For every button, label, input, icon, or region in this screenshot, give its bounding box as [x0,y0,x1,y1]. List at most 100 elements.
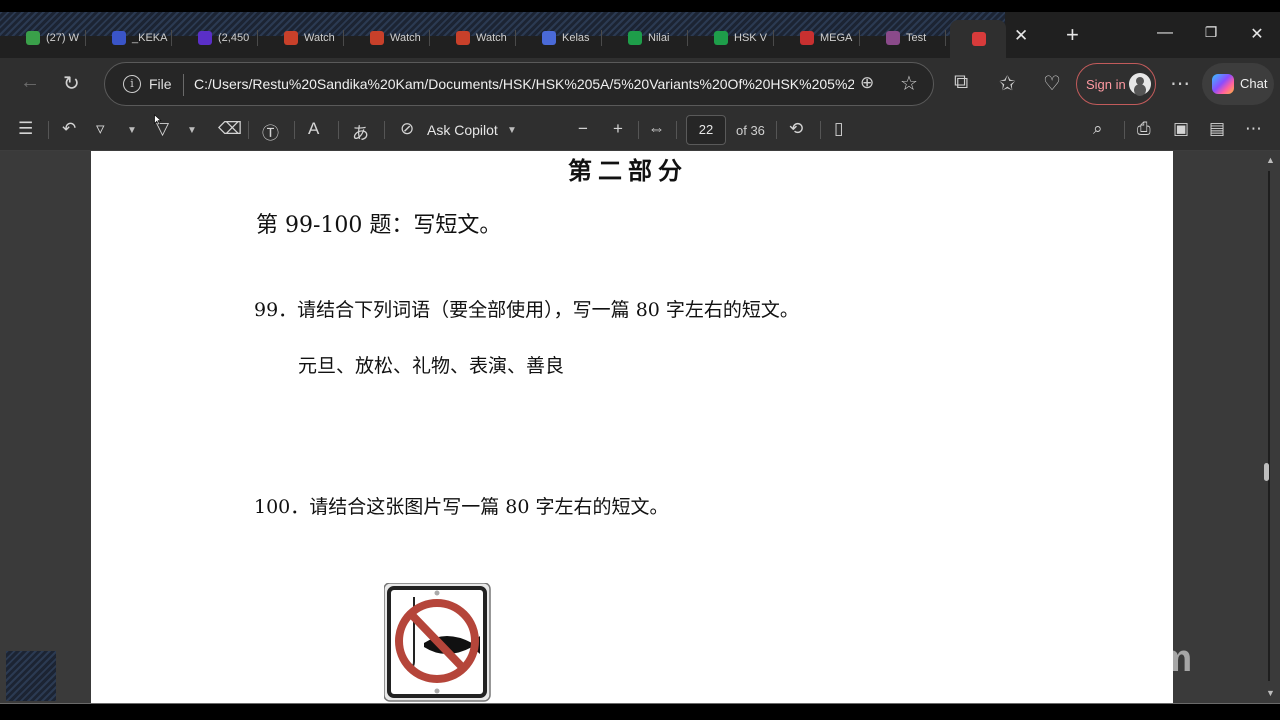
tab-separator [859,30,860,46]
tab-separator [773,30,774,46]
tab-label: _KEKA [132,32,168,44]
tab-label: MEGA [820,32,853,44]
sign-in-button[interactable]: Sign in [1076,63,1156,105]
browser-tab[interactable]: HSK V [692,24,774,52]
favorite-star-icon[interactable]: ☆ [900,71,918,96]
info-icon[interactable]: i [123,75,141,93]
search-icon[interactable]: ⌕ [1093,119,1103,139]
rotate-icon[interactable]: ⟲ [789,119,803,139]
page-number-input[interactable]: 22 [686,115,726,145]
browser-tab[interactable]: Watch [434,24,516,52]
browser-tab[interactable]: MEGA [778,24,860,52]
chat-label: Chat [1240,76,1268,91]
top-black-band [0,0,1280,12]
scheme-label: File [149,76,172,92]
mouse-cursor-icon [154,114,162,126]
tab-label: Kelas [562,32,590,44]
ask-copilot-button[interactable]: Ask Copilot [427,122,498,138]
copilot-icon[interactable]: ⊘ [400,119,414,139]
refresh-icon[interactable]: ↻ [63,71,80,96]
favorites-icon[interactable]: ✩ [999,71,1016,96]
tab-label: Watch [304,32,335,44]
divider [638,121,639,139]
tab-label: Test [906,32,927,44]
browser-tab[interactable]: Test [864,24,946,52]
highlight-icon[interactable]: ▿ [96,119,105,139]
tab-favicon-icon [26,31,40,45]
chevron-down-icon[interactable]: ▼ [187,125,197,136]
browser-essentials-icon[interactable]: ♡ [1043,71,1061,96]
question-100: 100．请结合这张图片写一篇 80 字左右的短文。 [254,496,669,518]
browser-tab[interactable]: Kelas [520,24,602,52]
browser-tab[interactable]: Watch [262,24,344,52]
address-bar-row: ← ↻ i File C:/Users/Restu%20Sandika%20Ka… [0,58,1280,110]
tab-favicon-icon [886,31,900,45]
tab-label: Watch [476,32,507,44]
copilot-chat-button[interactable]: Chat [1202,63,1274,105]
pdf-page: 第二部分 第 99-100 题：写短文。 99．请结合下列词语（要全部使用），写… [91,151,1173,704]
translate-icon[interactable]: あ [352,119,369,144]
tab-separator [945,30,946,46]
zoom-in-icon[interactable]: + [613,119,623,139]
undo-icon[interactable]: ↶ [62,119,76,139]
scroll-down-icon[interactable]: ▼ [1266,688,1275,698]
print-icon[interactable]: ⎙ [1137,119,1151,139]
browser-tab[interactable] [950,20,1006,58]
restore-button[interactable]: ❐ [1188,24,1234,41]
tab-favicon-icon [456,31,470,45]
browser-tab[interactable]: Watch [348,24,430,52]
page-total: of 36 [736,123,765,138]
divider [1124,121,1125,139]
question-99: 99．请结合下列词语（要全部使用），写一篇 80 字左右的短文。 [254,299,799,321]
divider [338,121,339,139]
read-aloud-icon[interactable]: A [308,119,319,139]
add-text-icon[interactable]: Ⓣ [262,119,279,144]
copilot-logo-icon [1212,74,1234,94]
tab-label: HSK V [734,32,768,44]
close-tab-icon[interactable]: ✕ [1014,26,1028,46]
more-menu-icon[interactable]: ⋯ [1170,71,1190,96]
divider [676,121,677,139]
url-text[interactable]: C:/Users/Restu%20Sandika%20Kam/Documents… [194,76,854,92]
eraser-icon[interactable]: ⌫ [218,119,242,139]
address-bar[interactable]: i File C:/Users/Restu%20Sandika%20Kam/Do… [104,62,934,106]
tab-separator [687,30,688,46]
section-heading: 第 99-100 题：写短文。 [256,213,502,238]
more-options-icon[interactable]: ⋯ [1245,119,1262,139]
minimize-button[interactable]: — [1142,24,1188,42]
zoom-icon[interactable]: ⊕ [860,73,874,93]
browser-tab[interactable]: _KEKA [90,24,172,52]
scroll-thumb[interactable] [1264,463,1269,481]
scroll-track[interactable] [1268,171,1270,681]
document-viewport[interactable]: 第二部分 第 99-100 题：写短文。 99．请结合下列词语（要全部使用），写… [0,151,1280,704]
divider [384,121,385,139]
tab-separator [343,30,344,46]
window-close-button[interactable]: ✕ [1234,24,1280,44]
zoom-out-icon[interactable]: − [578,119,588,139]
tab-label: Watch [390,32,421,44]
new-tab-button[interactable]: + [1066,22,1079,48]
chevron-down-icon[interactable]: ▼ [507,125,517,136]
page-view-icon[interactable]: ▯ [834,119,843,139]
fit-page-icon[interactable]: ⇔ [648,119,665,139]
save-as-icon[interactable]: ▤ [1209,119,1225,139]
tab-favicon-icon [112,31,126,45]
tab-separator [601,30,602,46]
tab-separator [515,30,516,46]
tab-favicon-icon [542,31,556,45]
scroll-up-icon[interactable]: ▲ [1266,155,1275,165]
save-icon[interactable]: ▣ [1173,119,1189,139]
zoom-watermark: zoom [1096,638,1192,680]
chevron-down-icon[interactable]: ▼ [127,125,137,136]
no-fishing-sign-image [384,583,491,702]
vertical-scrollbar[interactable]: ▲ ▼ [1262,151,1280,704]
contents-icon[interactable]: ☰ [18,119,33,139]
tab-separator [171,30,172,46]
browser-tab[interactable]: Nilai [606,24,688,52]
browser-tab[interactable]: (27) W [4,24,86,52]
back-icon[interactable]: ← [20,71,40,94]
hatched-overlay [6,651,56,701]
browser-tab[interactable]: (2,450 [176,24,258,52]
extensions-icon[interactable]: ⧉ [954,71,968,94]
tab-label: Nilai [648,32,670,44]
